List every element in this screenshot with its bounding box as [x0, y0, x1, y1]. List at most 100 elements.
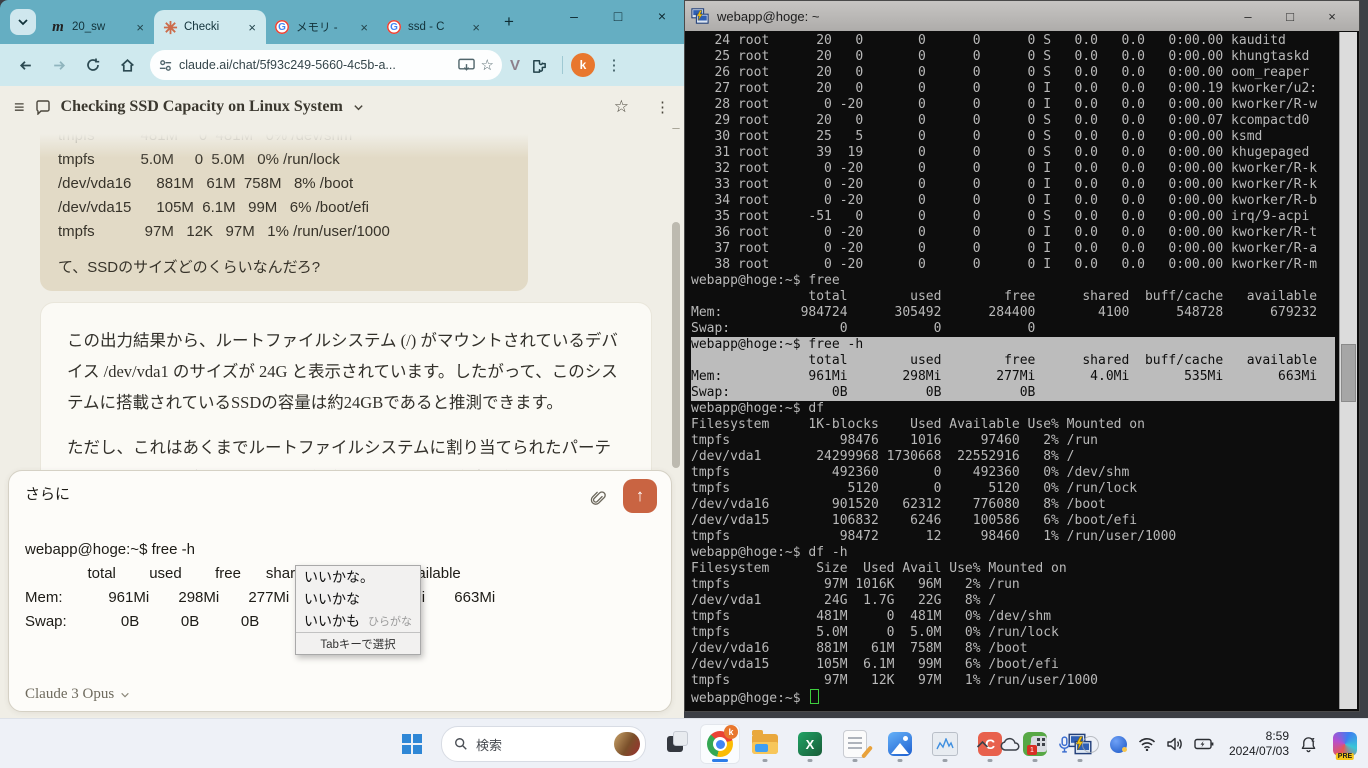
terminal-titlebar[interactable]: webapp@hoge: ~ – □ × [685, 1, 1359, 31]
taskbar-search[interactable]: 検索 [441, 726, 646, 762]
browser-tab[interactable]: m G 20_sw × [42, 10, 154, 44]
tray-overflow-button[interactable] [976, 740, 989, 749]
minimize-button[interactable]: – [1227, 9, 1269, 24]
tab-close-icon[interactable]: × [470, 20, 482, 35]
taskbar-app-excel[interactable]: X [790, 724, 830, 764]
app-sphere-icon[interactable] [1110, 736, 1127, 753]
terminal-output[interactable]: 24 root 20 0 0 0 0 S 0.0 0.0 0:00.00 kau… [691, 33, 1335, 709]
bookmark-star-icon[interactable]: ☆ [481, 56, 494, 74]
terminal-line: /dev/vda15 105M 6.1M 99M 6% /boot/efi [691, 657, 1335, 673]
v-extension-icon[interactable]: V [510, 57, 520, 74]
taskbar-clock[interactable]: 8:59 2024/07/03 [1229, 729, 1289, 759]
microphone-icon[interactable] [1058, 736, 1071, 753]
forward-arrow-icon [51, 57, 68, 74]
m-site-icon: m [52, 19, 64, 35]
chat-scrollbar-thumb[interactable] [672, 222, 680, 468]
extensions-button[interactable] [524, 50, 554, 80]
minimize-button[interactable]: – [552, 0, 596, 32]
task-view-icon [667, 736, 683, 752]
sidebar-menu-icon[interactable]: ≡ [14, 97, 25, 118]
search-daily-image[interactable] [614, 732, 640, 756]
browser-window: m G 20_sw × m G Checki [0, 0, 684, 718]
maximize-button[interactable]: □ [1269, 9, 1311, 24]
terminal-scrollbar[interactable] [1339, 32, 1357, 709]
ime-candidate-text: いいかな [304, 589, 360, 609]
taskbar-app-notepad[interactable] [835, 724, 875, 764]
terminal-line: webapp@hoge:~$ free -h [691, 337, 1335, 353]
tab-close-icon[interactable]: × [358, 20, 370, 35]
new-tab-button[interactable]: + [496, 9, 522, 35]
close-button[interactable]: × [1311, 9, 1353, 24]
onedrive-icon[interactable] [1000, 737, 1020, 751]
clock-utility-icon[interactable] [1082, 736, 1099, 753]
tab-favicon-icon: m G [386, 19, 402, 35]
browser-tab[interactable]: m G Checki × [154, 10, 266, 44]
terminal-cursor [810, 689, 819, 704]
desktop: m G 20_sw × m G Checki [0, 0, 1368, 768]
taskbar-app-photos[interactable] [880, 724, 920, 764]
title-chevron-icon[interactable] [353, 102, 364, 113]
ime-candidate[interactable]: いいかな。 [296, 566, 420, 588]
taskbar-app-chrome[interactable]: k [700, 724, 740, 764]
copilot-button[interactable]: PRE [1328, 724, 1362, 764]
ime-candidate[interactable]: いいかな [296, 588, 420, 610]
model-name: Claude 3 Opus [25, 686, 114, 703]
close-button[interactable]: × [640, 0, 684, 32]
task-view-button[interactable] [655, 724, 695, 764]
send-to-device-icon[interactable] [458, 58, 475, 73]
start-button[interactable] [392, 724, 432, 764]
scroll-fade [0, 128, 668, 158]
tab-search-button[interactable] [10, 9, 36, 35]
search-icon [454, 737, 468, 751]
send-button[interactable]: ↑ [623, 479, 657, 513]
terminal-line: 35 root -51 0 0 0 0 S 0.0 0.0 0:00.00 ir… [691, 209, 1335, 225]
paperclip-icon [589, 489, 607, 507]
terminal-line: Swap: 0 0 0 [691, 321, 1335, 337]
prompt-pasted-line: webapp@hoge:~$ free -h [25, 538, 655, 562]
taskbar-app-performance-monitor[interactable] [925, 724, 965, 764]
battery-icon[interactable] [1194, 738, 1214, 750]
wifi-icon[interactable] [1138, 737, 1156, 751]
forward-button[interactable] [44, 50, 74, 80]
terminal-line: 33 root 0 -20 0 0 0 I 0.0 0.0 0:00.00 kw… [691, 177, 1335, 193]
taskbar-app-explorer[interactable] [745, 724, 785, 764]
favorite-star-icon[interactable]: ☆ [614, 97, 629, 117]
home-button[interactable] [112, 50, 142, 80]
claude-page: tmpfs 481M 0 481M 0% /dev/shm tmpfs 5.0M… [0, 86, 684, 718]
url-text[interactable]: claude.ai/chat/5f93c249-5660-4c5b-a... [179, 58, 452, 72]
terminal-window: webapp@hoge: ~ – □ × 24 root 20 0 0 0 0 … [684, 0, 1360, 712]
terminal-line: Swap: 0B 0B 0B [691, 385, 1335, 401]
photos-icon [888, 732, 912, 756]
terminal-line: webapp@hoge:~$ free [691, 273, 1335, 289]
terminal-line: 38 root 0 -20 0 0 0 I 0.0 0.0 0:00.00 kw… [691, 257, 1335, 273]
volume-icon[interactable] [1167, 737, 1183, 751]
attach-file-button[interactable] [581, 481, 615, 515]
google-icon: G [387, 20, 401, 34]
ime-candidate[interactable]: いいかも [296, 610, 420, 632]
conversation-title[interactable]: Checking SSD Capacity on Linux System [61, 98, 343, 116]
notification-bell-icon[interactable]: z [1300, 736, 1317, 753]
terminal-line: /dev/vda16 901520 62312 776080 8% /boot [691, 497, 1335, 513]
maximize-button[interactable]: □ [596, 0, 640, 32]
address-bar[interactable]: claude.ai/chat/5f93c249-5660-4c5b-a... ☆ [150, 50, 502, 80]
model-selector[interactable]: Claude 3 Opus [25, 686, 130, 703]
browser-tab[interactable]: m G メモリ - × [266, 10, 378, 44]
tab-close-icon[interactable]: × [134, 20, 146, 35]
prompt-text-line: さらに [25, 483, 655, 504]
chat-menu-icon[interactable]: ⋮ [655, 98, 670, 116]
tab-close-icon[interactable]: × [246, 20, 258, 35]
browser-tab[interactable]: m G ssd - C × [378, 10, 490, 44]
site-info-icon[interactable] [158, 58, 173, 73]
back-button[interactable] [10, 50, 40, 80]
terminal-line: 32 root 0 -20 0 0 0 I 0.0 0.0 0:00.00 kw… [691, 161, 1335, 177]
reload-button[interactable] [78, 50, 108, 80]
reload-icon [85, 57, 101, 73]
terminal-line: webapp@hoge:~$ df -h [691, 545, 1335, 561]
terminal-scrollbar-thumb[interactable] [1341, 344, 1356, 402]
browser-menu-button[interactable]: ⋮ [599, 50, 629, 80]
notepad-icon [843, 730, 867, 758]
todo-notification-icon[interactable]: 1 [1031, 736, 1047, 752]
taskbar: 検索 k X [0, 718, 1368, 768]
chat-scrollbar[interactable] [672, 136, 680, 708]
profile-avatar[interactable]: k [571, 53, 595, 77]
